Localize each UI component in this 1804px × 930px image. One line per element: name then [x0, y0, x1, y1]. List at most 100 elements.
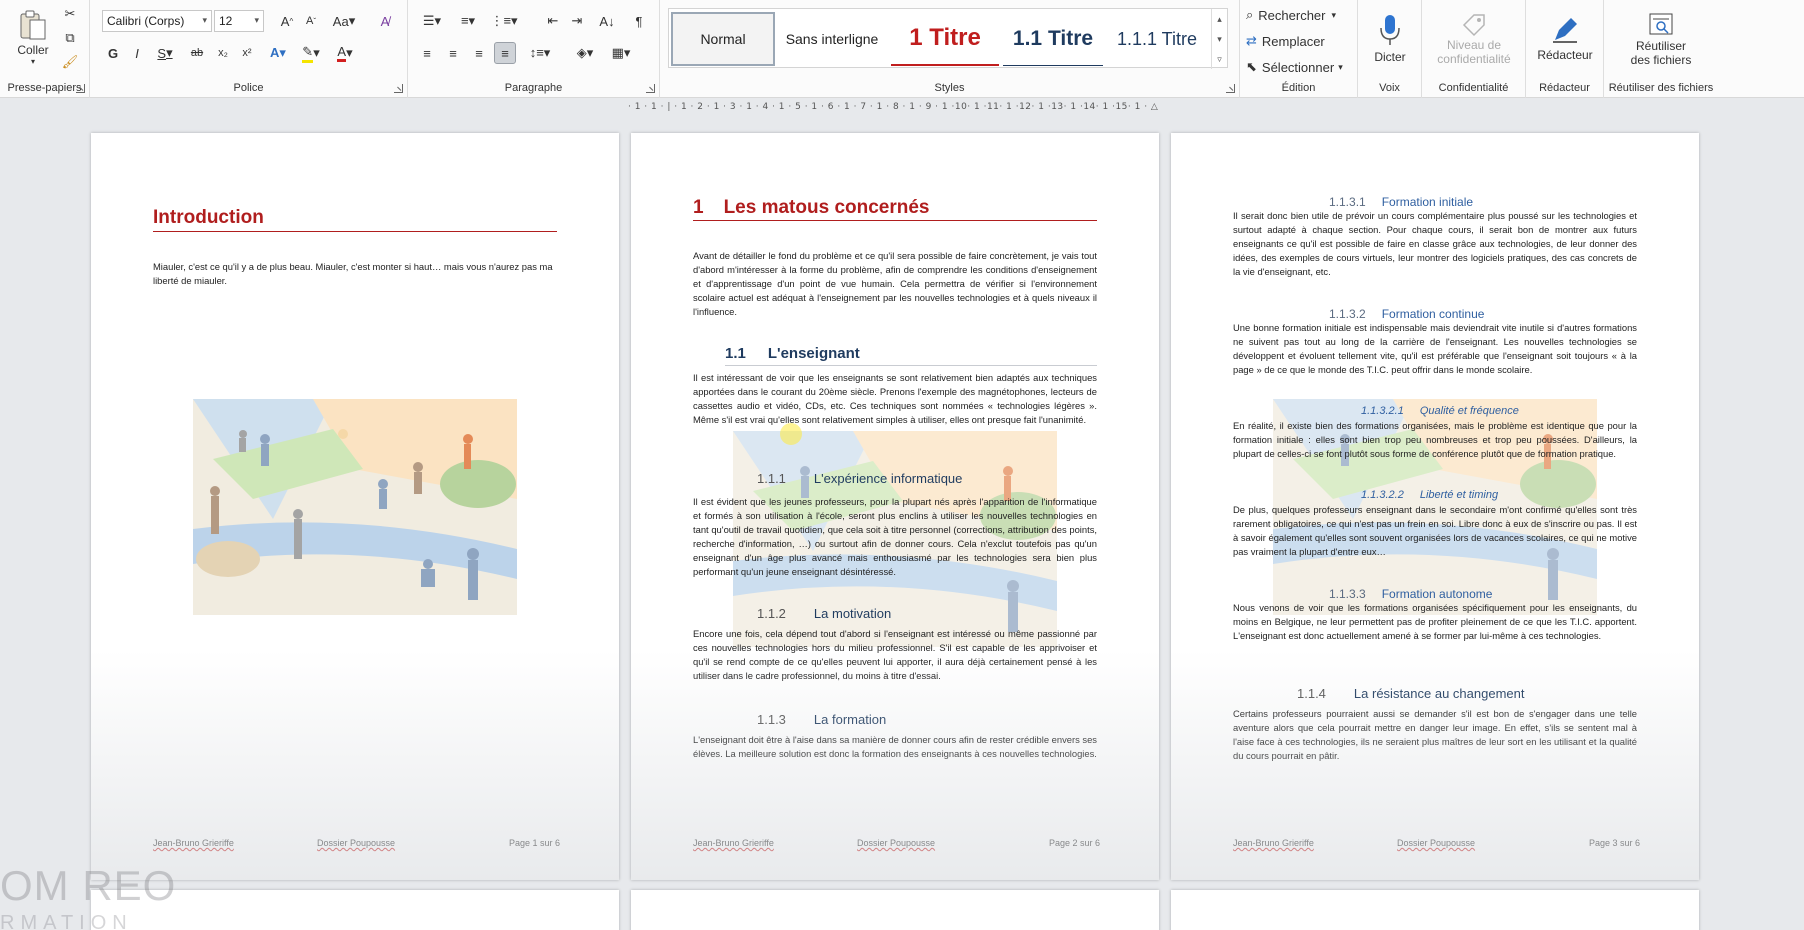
section-paragraph[interactable]: Il est évident que les jeunes professeur… — [693, 495, 1097, 579]
copy-icon[interactable]: ⧉ — [60, 28, 80, 48]
heading-3: 1.1.3 La formation — [757, 712, 886, 727]
align-center-icon[interactable]: ≡ — [442, 42, 464, 64]
intro-paragraph[interactable]: Miauler, c'est ce qu'il y a de plus beau… — [153, 260, 557, 288]
page-5[interactable] — [631, 890, 1159, 930]
underline-label: S — [157, 45, 167, 61]
page-2[interactable]: 1 Les matous concernés Avant de détailler… — [631, 133, 1159, 880]
section-paragraph[interactable]: Une bonne formation initiale est indispe… — [1233, 321, 1637, 377]
text-cursor — [780, 423, 802, 445]
chevron-down-icon[interactable]: ▾ — [1212, 29, 1227, 49]
find-button[interactable]: ⌕ Rechercher ▾ — [1246, 4, 1352, 26]
sensitivity-button[interactable]: Niveau de confidentialité — [1426, 4, 1522, 74]
style-normal[interactable]: Normal — [671, 12, 775, 66]
italic-button[interactable]: I — [126, 42, 148, 64]
section-paragraph[interactable]: En réalité, il existe bien des formation… — [1233, 419, 1637, 461]
style-heading-1[interactable]: 1 Titre — [891, 12, 999, 66]
dialog-launcher-icon[interactable] — [76, 84, 85, 93]
superscript-button[interactable]: x² — [236, 42, 258, 64]
underline-button[interactable]: S ▾ — [150, 42, 180, 64]
highlight-icon[interactable]: ✎ ▾ — [296, 42, 326, 64]
borders-icon[interactable]: ▦▾ — [606, 42, 636, 64]
dialog-launcher-icon[interactable] — [646, 84, 655, 93]
heading-number: 1.1.3.3 — [1329, 587, 1366, 601]
decrease-indent-icon[interactable]: ⇤ — [542, 10, 564, 32]
footer-author-text: Jean-Bruno Grieriffe — [1233, 838, 1314, 848]
font-family-select[interactable]: Calibri (Corps) ▾ — [102, 10, 212, 32]
justify-icon[interactable]: ≡ — [494, 42, 516, 64]
page-1[interactable]: Introduction Miauler, c'est ce qu'il y a… — [91, 133, 619, 880]
heading-2: 1.1 L'enseignant — [725, 345, 860, 362]
select-button[interactable]: ⬉ Sélectionner ▾ — [1246, 56, 1352, 78]
heading-number: 1.1.4 — [1297, 686, 1326, 701]
styles-group-label: Styles — [934, 82, 965, 94]
font-group-label: Police — [233, 82, 264, 94]
change-case-button[interactable]: Aa ▾ — [328, 10, 360, 32]
heading-title: Formation initiale — [1381, 195, 1474, 209]
footer-author: Jean-Bruno Grieriffe — [693, 838, 774, 848]
align-left-icon[interactable]: ≡ — [416, 42, 438, 64]
numbering-icon[interactable]: ≡▾ — [452, 10, 484, 32]
paste-button[interactable]: Coller ▾ — [8, 4, 58, 70]
bold-button[interactable]: G — [102, 42, 124, 64]
footer-doc-text: Dossier Poupousse — [317, 838, 396, 848]
style-no-spacing[interactable]: Sans interligne — [779, 12, 885, 66]
replace-button[interactable]: ⇄ Remplacer — [1246, 30, 1352, 52]
sort-icon[interactable]: A↓ — [596, 10, 618, 32]
shading-icon[interactable]: ◈▾ — [570, 42, 600, 64]
section-paragraph[interactable]: Il serait donc bien utile de prévoir un … — [1233, 209, 1637, 279]
style-heading-2[interactable]: 1.1 Titre — [1003, 12, 1103, 66]
font-size-select[interactable]: 12 ▾ — [214, 10, 264, 32]
footer-doc: Dossier Poupousse — [857, 838, 935, 848]
increase-indent-icon[interactable]: ⇥ — [566, 10, 588, 32]
heading-number: 1.1.1 — [757, 471, 786, 486]
watermark-sub: RMATION — [0, 912, 133, 930]
dictate-button[interactable]: Dicter — [1362, 4, 1418, 74]
line-spacing-icon[interactable]: ↕≡▾ — [524, 42, 556, 64]
dialog-launcher-icon[interactable] — [394, 84, 403, 93]
heading-rule — [725, 365, 1097, 366]
footer-doc: Dossier Poupousse — [317, 838, 395, 848]
section-paragraph[interactable]: Certains professeurs pourraient aussi se… — [1233, 707, 1637, 763]
font-size-value: 12 — [219, 14, 233, 28]
chevron-up-icon[interactable]: ▴ — [1212, 9, 1227, 29]
heading-number: 1.1.3.2.1 — [1361, 405, 1404, 417]
styles-scroll[interactable]: ▴ ▾ ▿ — [1211, 9, 1227, 69]
show-marks-icon[interactable]: ¶ — [628, 10, 650, 32]
reuse-files-button[interactable]: Réutiliser des fichiers — [1610, 4, 1712, 74]
heading-rule — [693, 220, 1097, 221]
grow-font-icon[interactable]: A ^ — [276, 10, 298, 32]
dialog-launcher-icon[interactable] — [1226, 84, 1235, 93]
section-paragraph[interactable]: Avant de détailler le fond du problème e… — [693, 249, 1097, 319]
clear-format-icon[interactable]: A̸ — [374, 10, 396, 32]
format-painter-icon[interactable]: 🖌 — [60, 52, 80, 72]
section-paragraph[interactable]: Nous venons de voir que les formations o… — [1233, 601, 1637, 643]
paste-label: Coller — [17, 42, 49, 57]
cut-icon[interactable]: ✂ — [60, 4, 80, 24]
style-heading-3[interactable]: 1.1.1 Titre — [1107, 12, 1207, 66]
heading-number: 1.1 — [725, 345, 746, 362]
page-6[interactable] — [1171, 890, 1699, 930]
footer-author: Jean-Bruno Grieriffe — [153, 838, 234, 848]
heading-title: Formation autonome — [1381, 587, 1493, 601]
heading-number: 1 — [693, 197, 704, 218]
multilevel-list-icon[interactable]: ⋮≡▾ — [488, 10, 520, 32]
sensitivity-group-label: Confidentialité — [1438, 82, 1509, 94]
section-paragraph[interactable]: L'enseignant doit être à l'aise dans sa … — [693, 733, 1097, 761]
more-styles-icon[interactable]: ▿ — [1212, 49, 1227, 69]
align-right-icon[interactable]: ≡ — [468, 42, 490, 64]
editor-button[interactable]: Rédacteur — [1530, 4, 1600, 74]
page-3[interactable]: 1.1.3.1 Formation initiale Il serait donc… — [1171, 133, 1699, 880]
watermark: OM REO — [0, 862, 177, 909]
horizontal-ruler[interactable]: · 1 · 1 · | · 1 · 2 · 1 · 3 · 1 · 4 · 1 … — [628, 102, 1158, 116]
shrink-font-icon[interactable]: Aˇ — [300, 10, 322, 32]
section-paragraph[interactable]: De plus, quelques professeurs enseignant… — [1233, 503, 1637, 559]
strikethrough-button[interactable]: ab — [186, 42, 208, 64]
section-paragraph[interactable]: Encore une fois, cela dépend tout d'abor… — [693, 627, 1097, 683]
subscript-button[interactable]: x₂ — [212, 42, 234, 64]
bullets-icon[interactable]: ☰▾ — [416, 10, 448, 32]
text-effects-icon[interactable]: A▾ — [264, 42, 292, 64]
footer-page: Page 3 sur 6 — [1589, 838, 1641, 848]
sensitivity-label-line2: confidentialité — [1437, 52, 1511, 66]
section-paragraph[interactable]: Il est intéressant de voir que les ensei… — [693, 371, 1097, 427]
font-color-icon[interactable]: A ▾ — [330, 42, 360, 64]
